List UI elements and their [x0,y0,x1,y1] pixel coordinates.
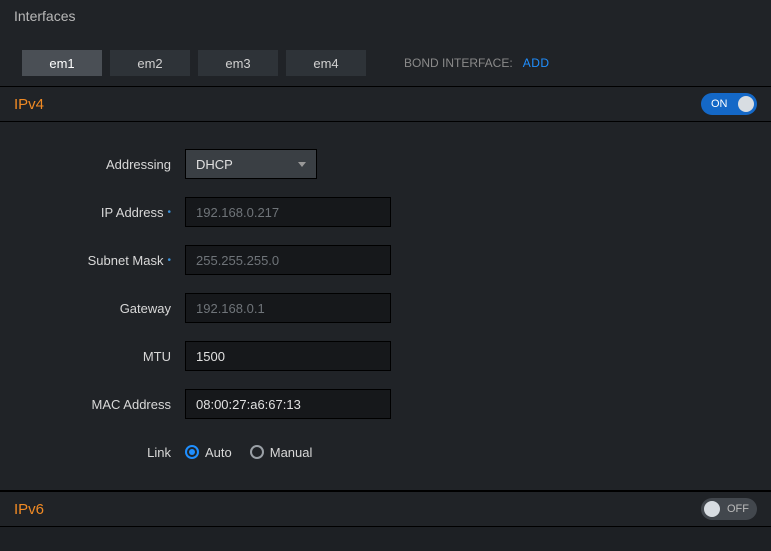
subnet-mask-input[interactable] [185,245,391,275]
label-gateway: Gateway [120,301,171,316]
ipv4-title: IPv4 [14,96,44,113]
mac-address-input[interactable] [185,389,391,419]
addressing-dropdown[interactable]: DHCP [185,149,317,179]
label-mtu: MTU [143,349,171,364]
ipv6-toggle-label: OFF [727,503,749,515]
tab-em2[interactable]: em2 [110,50,190,76]
tab-em4[interactable]: em4 [286,50,366,76]
ip-address-input[interactable] [185,197,391,227]
label-addressing: Addressing [106,157,171,172]
ipv4-section: IPv4 ON Addressing DHCP IP Address [0,86,771,491]
tab-em3[interactable]: em3 [198,50,278,76]
label-mask: Subnet Mask [88,253,164,268]
gateway-input[interactable] [185,293,391,323]
label-ip: IP Address [101,205,164,220]
link-manual-label: Manual [270,445,313,460]
ipv6-toggle[interactable]: OFF [701,498,757,520]
label-link: Link [147,445,171,460]
radio-icon [250,445,264,459]
empty-area [0,527,771,551]
link-manual-radio[interactable]: Manual [250,445,313,460]
required-dot: • [167,255,171,266]
chevron-down-icon [298,162,306,167]
ipv6-title: IPv6 [14,501,44,518]
ipv4-toggle-label: ON [711,98,728,110]
link-auto-radio[interactable]: Auto [185,445,232,460]
radio-icon [185,445,199,459]
ipv4-toggle[interactable]: ON [701,93,757,115]
window-title: Interfaces [0,0,771,32]
addressing-value: DHCP [196,157,233,172]
ipv6-section: IPv6 OFF [0,491,771,527]
required-dot: • [167,207,171,218]
toggle-knob [704,501,720,517]
label-mac: MAC Address [92,397,171,412]
toggle-knob [738,96,754,112]
link-auto-label: Auto [205,445,232,460]
bond-label: BOND INTERFACE: [404,56,513,70]
bond-add-link[interactable]: ADD [523,56,550,70]
mtu-input[interactable] [185,341,391,371]
tab-em1[interactable]: em1 [22,50,102,76]
interface-tabs: em1 em2 em3 em4 BOND INTERFACE: ADD [0,32,771,86]
